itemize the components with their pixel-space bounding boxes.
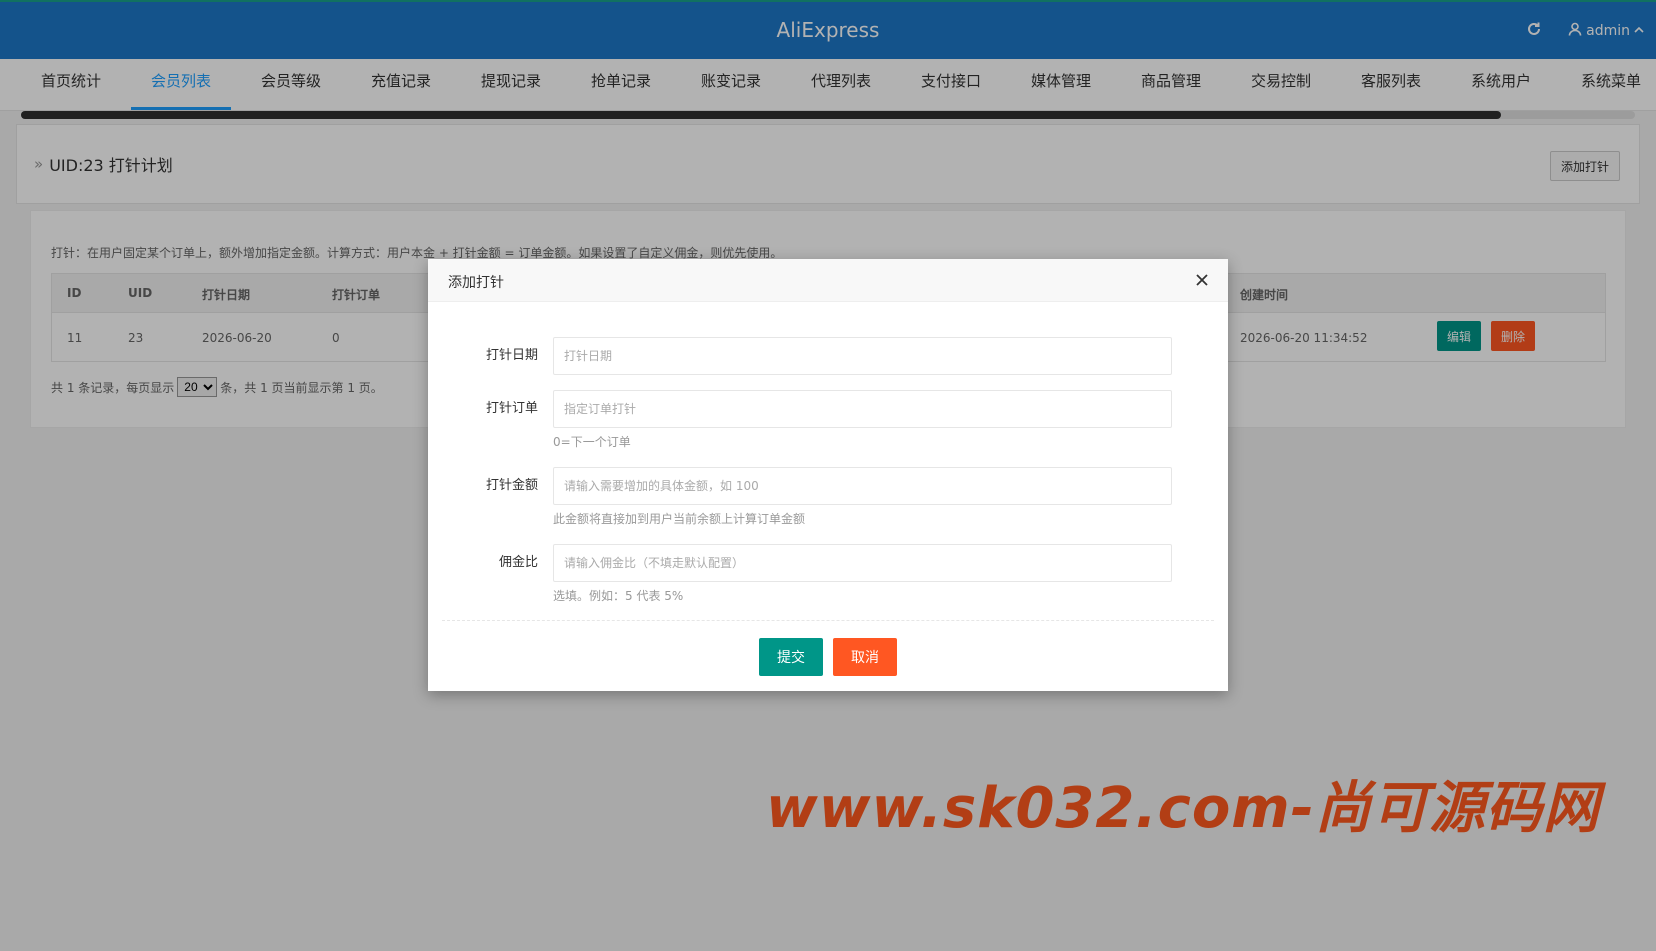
injection-amount-input[interactable] xyxy=(553,467,1172,505)
dialog-header: 添加打针 xyxy=(428,259,1228,302)
field-label-commission: 佣金比 xyxy=(498,555,538,570)
field-label-order: 打针订单 xyxy=(485,401,538,416)
dialog-divider xyxy=(442,620,1214,621)
dialog-title: 添加打针 xyxy=(448,275,504,291)
commission-rate-input[interactable] xyxy=(553,544,1172,582)
cancel-button[interactable]: 取消 xyxy=(833,638,897,676)
commission-hint: 选填。例如：5 代表 5% xyxy=(553,589,684,603)
injection-date-input[interactable] xyxy=(553,337,1172,375)
field-label-date: 打针日期 xyxy=(485,348,538,363)
close-icon[interactable] xyxy=(1193,271,1211,289)
add-injection-dialog: 添加打针 打针日期 打针订单 0=下一个订单 打针金额 此金额将直接加到用户当前… xyxy=(428,259,1228,691)
submit-button[interactable]: 提交 xyxy=(759,638,823,676)
field-label-amount: 打针金额 xyxy=(485,478,538,493)
injection-order-input[interactable] xyxy=(553,390,1172,428)
order-hint: 0=下一个订单 xyxy=(553,435,631,449)
amount-hint: 此金额将直接加到用户当前余额上计算订单金额 xyxy=(553,512,806,526)
